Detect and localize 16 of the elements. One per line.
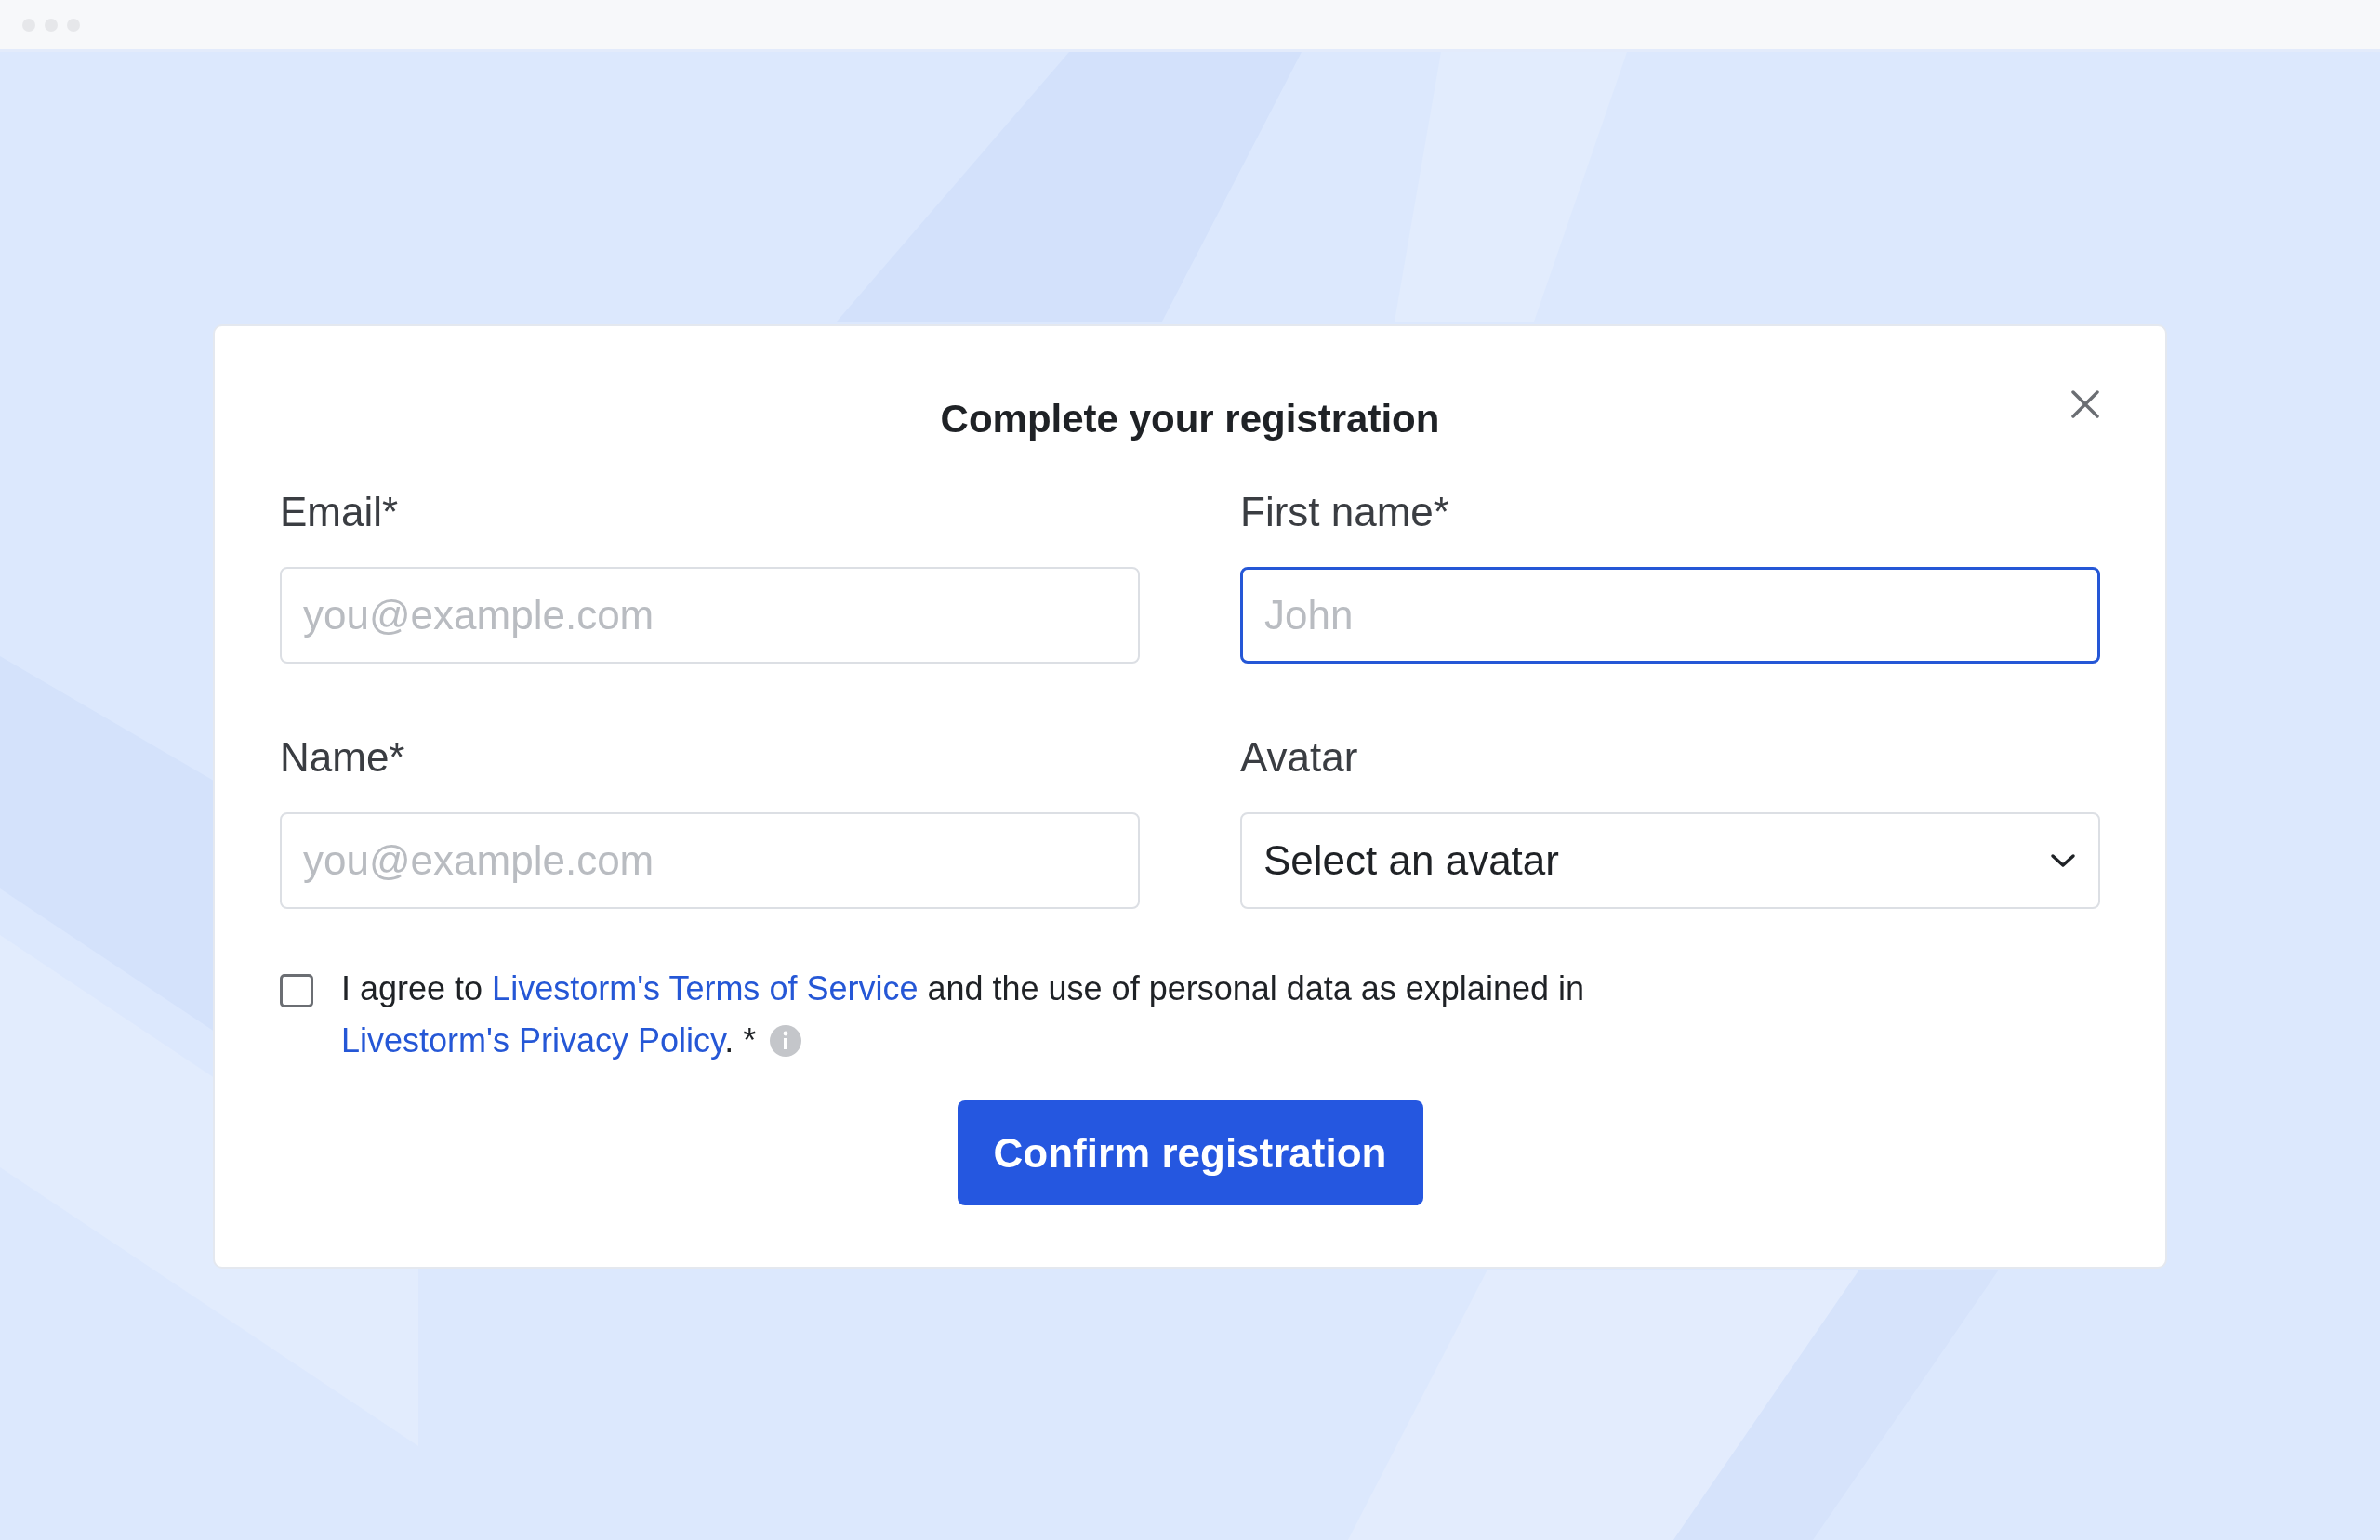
field-label: Name* bbox=[280, 733, 406, 782]
text-field[interactable]: John bbox=[1240, 567, 2100, 664]
consent-text: I agree to Livestorm's Terms of Service and the use of personal data as explained in Livestorm's Privacy Policy. * bbox=[341, 968, 1585, 1061]
consent-checkbox[interactable] bbox=[280, 974, 313, 1007]
policy-link[interactable]: Livestorm's Privacy Policy bbox=[341, 1021, 725, 1060]
policy-link[interactable]: Livestorm's Terms of Service bbox=[492, 969, 919, 1007]
close-button[interactable] bbox=[2069, 388, 2102, 421]
field-label: First name* bbox=[1240, 488, 1450, 536]
close-icon bbox=[2071, 390, 2099, 418]
dialog-title: Complete your registration bbox=[940, 396, 1440, 442]
avatar-select[interactable]: Select an avatar bbox=[1240, 812, 2100, 909]
chevron-down-icon bbox=[2049, 852, 2077, 869]
confirm-button[interactable]: Confirm registration bbox=[957, 1100, 1423, 1205]
field-label: Email* bbox=[280, 488, 400, 536]
info-icon bbox=[769, 1024, 803, 1058]
field-label: Avatar bbox=[1240, 733, 1359, 782]
